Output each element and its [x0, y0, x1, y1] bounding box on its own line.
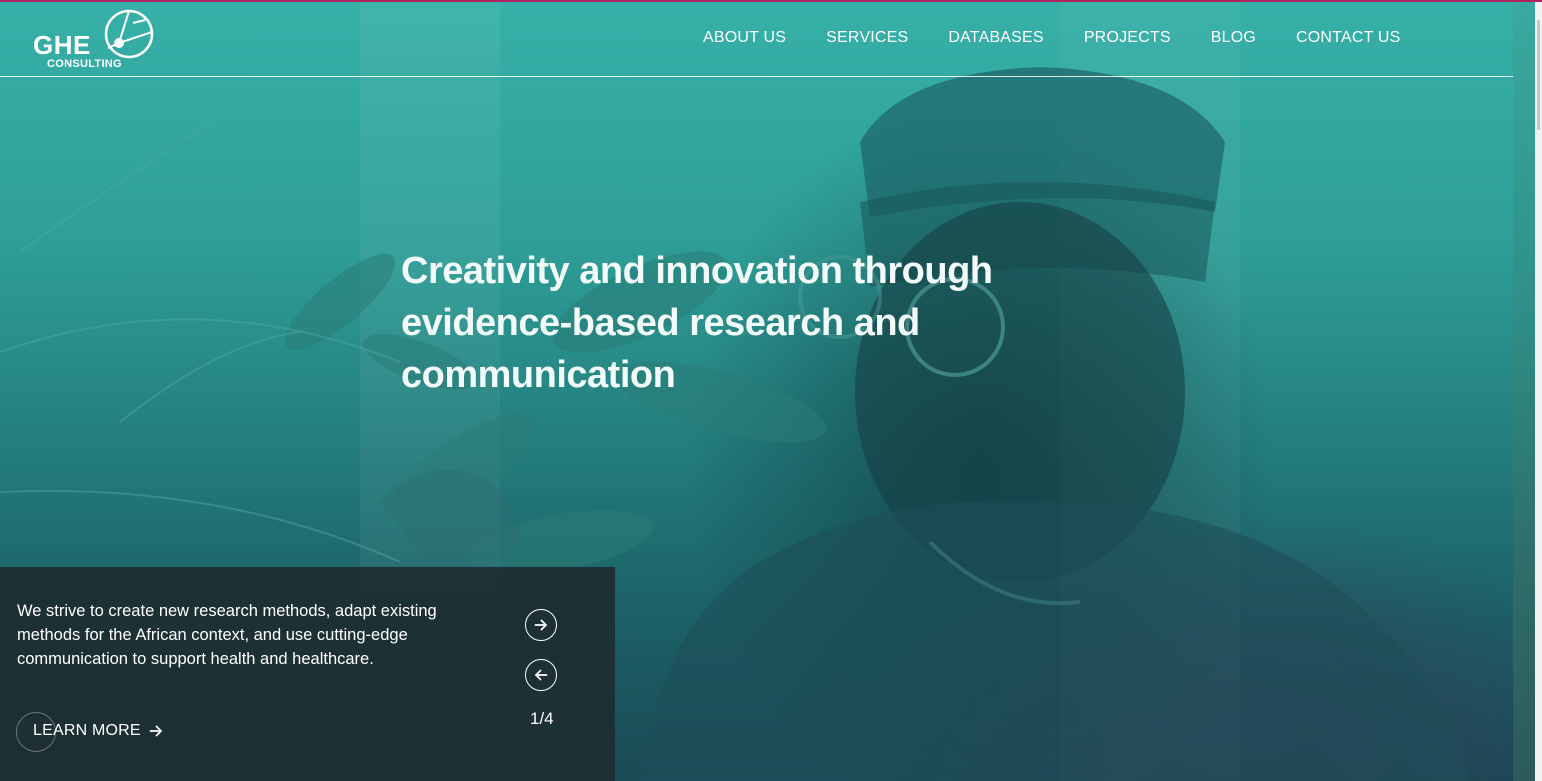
- arrow-right-circle-icon: [534, 619, 547, 631]
- previous-slide-button[interactable]: [525, 659, 557, 691]
- slide-description: We strive to create new research methods…: [17, 602, 437, 668]
- header-divider: [0, 76, 1513, 77]
- nav-blog[interactable]: BLOG: [1211, 29, 1256, 47]
- adjacent-slide-preview: [1513, 2, 1535, 781]
- main-navigation: ABOUT US SERVICES DATABASES PROJECTS BLO…: [703, 29, 1441, 47]
- page-scrollbar-thumb[interactable]: [1537, 20, 1540, 130]
- hero-headline: Creativity and innovation through eviden…: [401, 245, 1041, 401]
- slide-info-panel: We strive to create new research methods…: [0, 567, 615, 781]
- nav-about-us[interactable]: ABOUT US: [703, 29, 786, 47]
- nav-contact-us[interactable]: CONTACT US: [1296, 29, 1401, 47]
- headline-line-2: evidence-based research and: [401, 302, 920, 344]
- brand-logo[interactable]: GHE CONSULTING: [30, 8, 160, 74]
- slide-counter: 1/4: [530, 709, 554, 728]
- logo-globe-icon: [104, 9, 154, 59]
- nav-databases[interactable]: DATABASES: [948, 29, 1043, 47]
- nav-services[interactable]: SERVICES: [826, 29, 908, 47]
- learn-more-link[interactable]: LEARN MORE: [33, 722, 163, 740]
- hero-section: GHE CONSULTING ABOUT US SERVICES DATABAS…: [0, 2, 1513, 781]
- next-slide-button[interactable]: [525, 609, 557, 641]
- learn-more-label: LEARN MORE: [33, 722, 141, 739]
- arrow-left-circle-icon: [535, 669, 548, 681]
- brand-name: GHE: [33, 30, 91, 60]
- arrow-right-icon: [149, 725, 162, 737]
- headline-line-3: communication: [401, 354, 676, 396]
- nav-projects[interactable]: PROJECTS: [1084, 29, 1171, 47]
- headline-line-1: Creativity and innovation through: [401, 250, 993, 292]
